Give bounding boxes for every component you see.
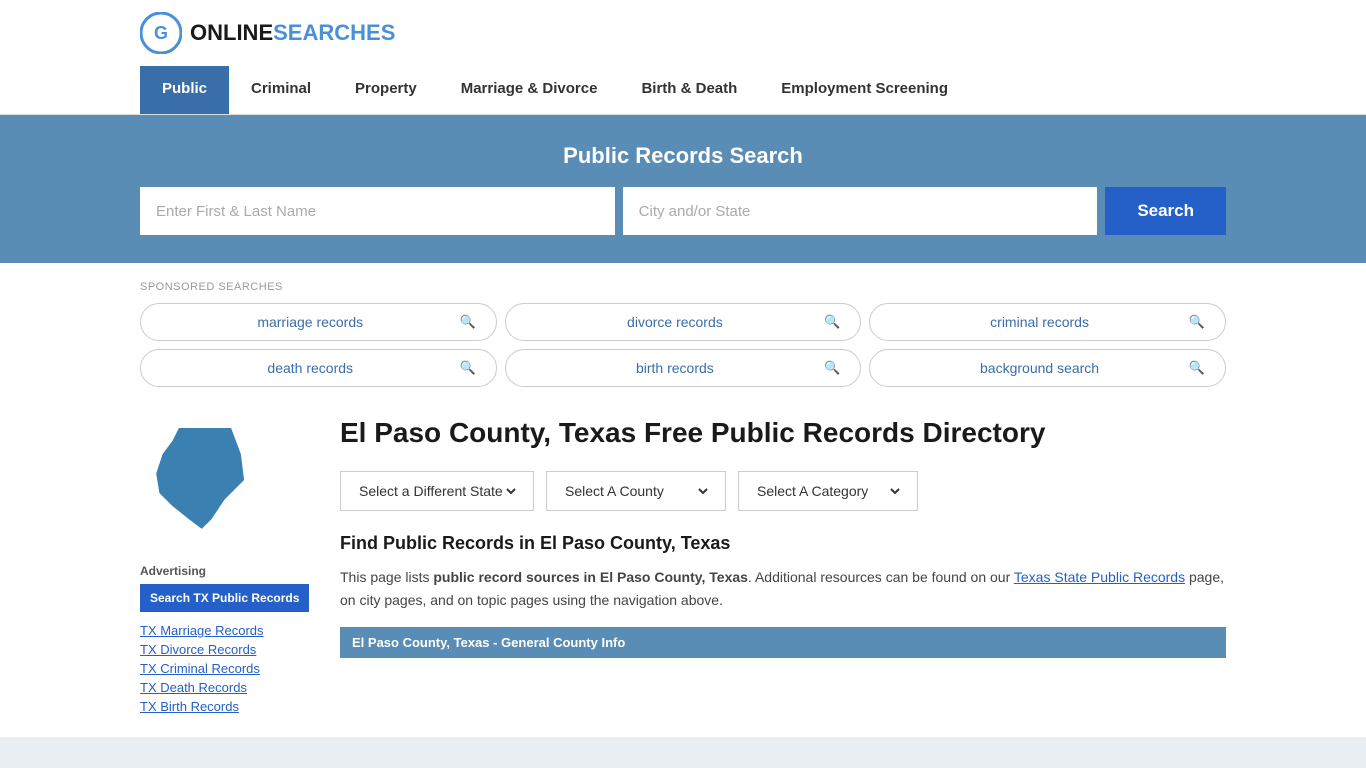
nav-item-public[interactable]: Public [140, 66, 229, 114]
search-icon: 🔍 [824, 314, 840, 330]
list-item: TX Marriage Records [140, 622, 320, 638]
content-body: Advertising Search TX Public Records TX … [140, 395, 1226, 737]
category-dropdown[interactable]: Select A Category Birth Records Death Re… [738, 471, 918, 511]
sponsored-tag-criminal-records[interactable]: criminal records 🔍 [869, 303, 1226, 341]
svg-text:G: G [154, 23, 168, 43]
nav-item-property[interactable]: Property [333, 66, 439, 114]
sidebar-link-death[interactable]: TX Death Records [140, 680, 247, 695]
search-banner: Public Records Search Search [0, 115, 1366, 263]
content-main: El Paso County, Texas Free Public Record… [340, 415, 1226, 717]
nav-item-birth-death[interactable]: Birth & Death [619, 66, 759, 114]
page-title: El Paso County, Texas Free Public Record… [340, 415, 1226, 451]
sidebar-links: TX Marriage Records TX Divorce Records T… [140, 622, 320, 714]
sponsored-tag-marriage-records[interactable]: marriage records 🔍 [140, 303, 497, 341]
list-item: TX Birth Records [140, 698, 320, 714]
find-section-title: Find Public Records in El Paso County, T… [340, 533, 1226, 554]
sponsored-tag-background-search[interactable]: background search 🔍 [869, 349, 1226, 387]
sponsored-tag-birth-records[interactable]: birth records 🔍 [505, 349, 862, 387]
list-item: TX Divorce Records [140, 641, 320, 657]
county-dropdown[interactable]: Select A County El Paso County Harris Co… [546, 471, 726, 511]
sidebar-ad-button[interactable]: Search TX Public Records [140, 584, 309, 612]
state-select[interactable]: Select a Different State Alabama Alaska … [355, 482, 519, 500]
texas-state-link[interactable]: Texas State Public Records [1014, 569, 1185, 585]
search-button[interactable]: Search [1105, 187, 1226, 235]
search-icon: 🔍 [459, 360, 475, 376]
logo[interactable]: G ONLINESEARCHES [140, 12, 395, 54]
main-nav: Public Criminal Property Marriage & Divo… [0, 66, 1366, 115]
sidebar-ad-label: Advertising [140, 564, 320, 578]
search-icon: 🔍 [1189, 360, 1205, 376]
state-dropdown[interactable]: Select a Different State Alabama Alaska … [340, 471, 534, 511]
search-icon: 🔍 [459, 314, 475, 330]
sponsored-section: SPONSORED SEARCHES marriage records 🔍 di… [140, 263, 1226, 395]
category-select[interactable]: Select A Category Birth Records Death Re… [753, 482, 903, 500]
county-select[interactable]: Select A County El Paso County Harris Co… [561, 482, 711, 500]
nav-item-marriage-divorce[interactable]: Marriage & Divorce [439, 66, 620, 114]
list-item: TX Death Records [140, 679, 320, 695]
sponsored-tag-death-records[interactable]: death records 🔍 [140, 349, 497, 387]
sidebar-link-birth[interactable]: TX Birth Records [140, 699, 239, 714]
dropdowns: Select a Different State Alabama Alaska … [340, 471, 1226, 511]
sidebar-link-criminal[interactable]: TX Criminal Records [140, 661, 260, 676]
main-content: SPONSORED SEARCHES marriage records 🔍 di… [0, 263, 1366, 737]
search-icon: 🔍 [824, 360, 840, 376]
logo-icon: G [140, 12, 182, 54]
logo-text: ONLINESEARCHES [190, 20, 395, 46]
location-input[interactable] [623, 187, 1098, 235]
sponsored-label: SPONSORED SEARCHES [140, 281, 1226, 293]
county-info-bar: El Paso County, Texas - General County I… [340, 627, 1226, 658]
search-banner-title: Public Records Search [140, 143, 1226, 169]
list-item: TX Criminal Records [140, 660, 320, 676]
name-input[interactable] [140, 187, 615, 235]
nav-item-employment[interactable]: Employment Screening [759, 66, 970, 114]
sidebar-link-divorce[interactable]: TX Divorce Records [140, 642, 256, 657]
sponsored-grid: marriage records 🔍 divorce records 🔍 cri… [140, 303, 1226, 387]
sidebar-link-marriage[interactable]: TX Marriage Records [140, 623, 264, 638]
search-icon: 🔍 [1189, 314, 1205, 330]
sidebar: Advertising Search TX Public Records TX … [140, 415, 340, 717]
header: G ONLINESEARCHES [0, 0, 1366, 66]
sponsored-tag-divorce-records[interactable]: divorce records 🔍 [505, 303, 862, 341]
search-form: Search [140, 187, 1226, 235]
nav-item-criminal[interactable]: Criminal [229, 66, 333, 114]
find-section-text: This page lists public record sources in… [340, 566, 1226, 611]
texas-map [140, 415, 270, 545]
